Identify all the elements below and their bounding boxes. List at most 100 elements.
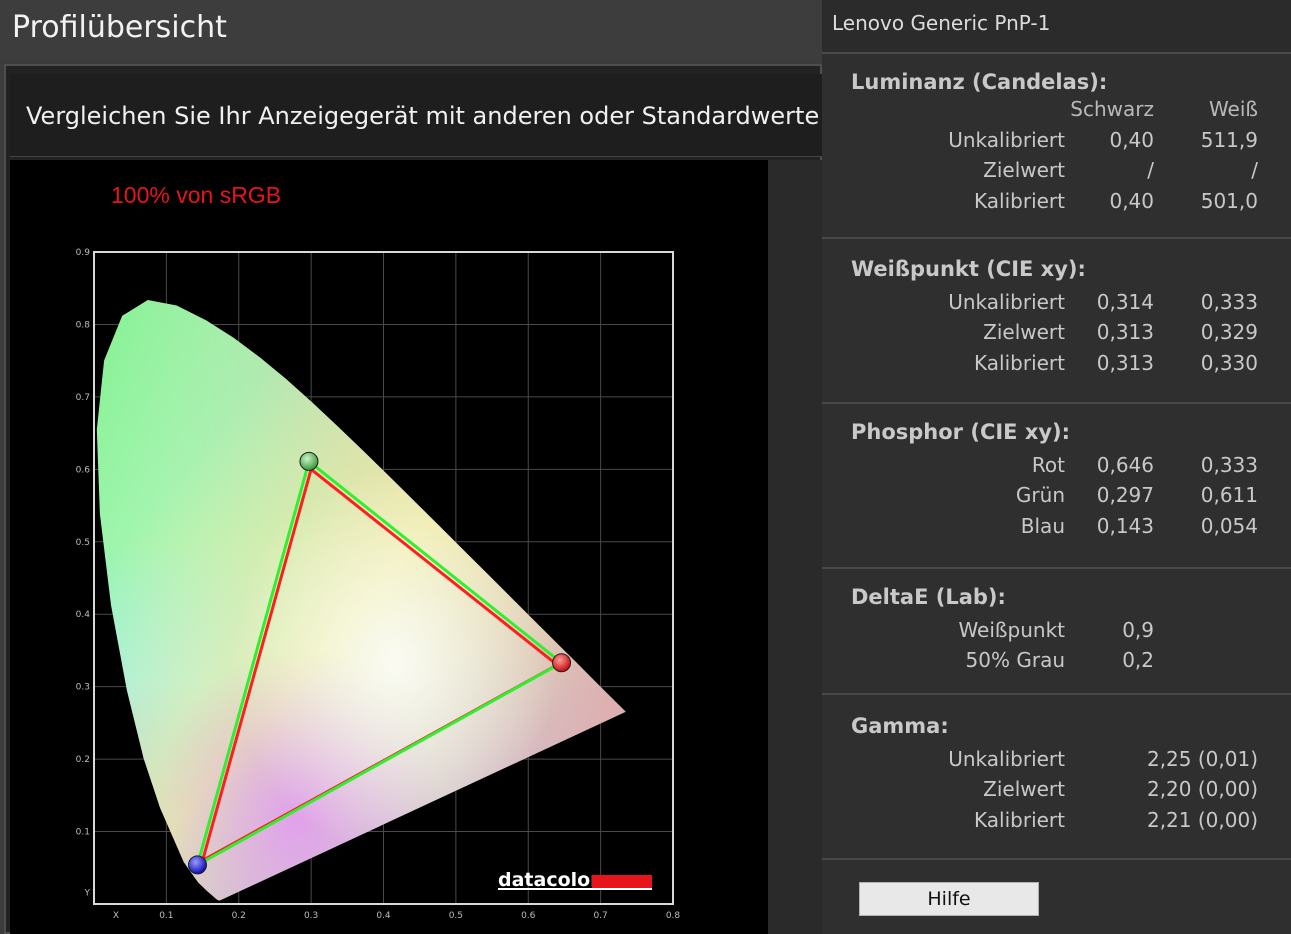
y-tick-label: 0.8 bbox=[76, 320, 91, 330]
value-deltae: 0,2 bbox=[1122, 648, 1154, 672]
value-y: 0,333 bbox=[1200, 453, 1258, 477]
data-row: Kalibriert 0,40 501,0 bbox=[822, 189, 1291, 219]
value-white: 511,9 bbox=[1200, 128, 1258, 152]
value-gamma: 2,20 (0,00) bbox=[1146, 777, 1258, 801]
value-black: / bbox=[1147, 158, 1154, 182]
row-label: 50% Grau bbox=[965, 648, 1065, 672]
column-headers: Schwarz Weiß bbox=[822, 97, 1291, 127]
profile-overview-area: Profilübersicht Vergleichen Sie Ihr Anze… bbox=[0, 0, 822, 934]
value-y: 0,329 bbox=[1200, 320, 1258, 344]
x-tick-label: 0.4 bbox=[376, 911, 391, 921]
x-tick-label: 0.8 bbox=[666, 911, 681, 921]
cie-chart-svg: 0.1 0.2 0.3 0.4 0.5 0.6 0.7 0.8 0.1 0.2 0.3 0.4 0.5 0… bbox=[76, 182, 681, 921]
value-y: 0,611 bbox=[1200, 483, 1258, 507]
coverage-label: 100% von sRGB bbox=[111, 182, 281, 208]
section-title: Phosphor (CIE xy): bbox=[851, 420, 1071, 444]
row-label: Kalibriert bbox=[974, 351, 1065, 375]
y-tick-label: 0.7 bbox=[76, 393, 90, 403]
logo-bar bbox=[592, 875, 652, 888]
row-label: Unkalibriert bbox=[948, 128, 1065, 152]
value-x: 0,313 bbox=[1096, 320, 1154, 344]
value-gamma: 2,25 (0,01) bbox=[1146, 747, 1258, 771]
row-label: Zielwert bbox=[983, 320, 1065, 344]
page-title: Profilübersicht bbox=[12, 10, 227, 45]
value-x: 0,297 bbox=[1096, 483, 1154, 507]
row-label: Grün bbox=[1015, 483, 1065, 507]
x-axis-label: X bbox=[113, 911, 119, 921]
value-black: 0,40 bbox=[1109, 189, 1154, 213]
x-tick-label: 0.1 bbox=[159, 911, 173, 921]
data-row: Zielwert 0,313 0,329 bbox=[822, 320, 1291, 350]
y-axis-label: Y bbox=[84, 888, 91, 898]
y-tick-label: 0.2 bbox=[76, 755, 90, 765]
x-tick-label: 0.5 bbox=[449, 911, 463, 921]
red-primary-marker bbox=[552, 653, 572, 673]
col-header-black: Schwarz bbox=[1070, 97, 1154, 121]
data-row: Blau 0,143 0,054 bbox=[822, 514, 1291, 544]
cie-chart: 0.1 0.2 0.3 0.4 0.5 0.6 0.7 0.8 0.1 0.2 0.3 0.4 0.5 0… bbox=[10, 160, 768, 934]
row-label: Zielwert bbox=[983, 158, 1065, 182]
data-row: Zielwert / / bbox=[822, 158, 1291, 188]
section-title: Gamma: bbox=[851, 714, 949, 738]
data-row: Unkalibriert 2,25 (0,01) bbox=[822, 747, 1291, 777]
y-tick-label: 0.6 bbox=[76, 465, 91, 475]
y-tick-label: 0.3 bbox=[76, 683, 90, 693]
value-x: 0,646 bbox=[1096, 453, 1154, 477]
x-tick-label: 0.2 bbox=[232, 911, 246, 921]
value-white: / bbox=[1251, 158, 1258, 182]
data-row: Weißpunkt 0,9 bbox=[822, 618, 1291, 648]
row-label: Weißpunkt bbox=[958, 618, 1065, 642]
value-deltae: 0,9 bbox=[1122, 618, 1154, 642]
green-primary-marker bbox=[299, 451, 319, 471]
data-row: Kalibriert 0,313 0,330 bbox=[822, 351, 1291, 381]
value-gamma: 2,21 (0,00) bbox=[1146, 808, 1258, 832]
chart-side-strip bbox=[768, 160, 822, 934]
description-bar: Vergleichen Sie Ihr Anzeigegerät mit and… bbox=[10, 74, 822, 157]
section-luminance: Luminanz (Candelas): Schwarz Weiß Unkali… bbox=[822, 54, 1291, 239]
x-tick-label: 0.6 bbox=[521, 911, 536, 921]
data-row: Unkalibriert 0,40 511,9 bbox=[822, 128, 1291, 158]
value-x: 0,314 bbox=[1096, 290, 1154, 314]
value-y: 0,333 bbox=[1200, 290, 1258, 314]
title-bar: Profilübersicht bbox=[0, 0, 822, 60]
value-x: 0,313 bbox=[1096, 351, 1154, 375]
value-y: 0,330 bbox=[1200, 351, 1258, 375]
value-y: 0,054 bbox=[1200, 514, 1258, 538]
section-title: Luminanz (Candelas): bbox=[851, 70, 1108, 94]
section-whitepoint: Weißpunkt (CIE xy): Unkalibriert 0,314 0… bbox=[822, 239, 1291, 404]
section-title: DeltaE (Lab): bbox=[851, 585, 1006, 609]
section-phosphor: Phosphor (CIE xy): Rot 0,646 0,333 Grün … bbox=[822, 404, 1291, 569]
data-row: Grün 0,297 0,611 bbox=[822, 483, 1291, 513]
profile-info-panel: Lenovo Generic PnP-1 Luminanz (Candelas)… bbox=[822, 0, 1291, 934]
y-tick-label: 0.5 bbox=[76, 538, 90, 548]
blue-primary-marker bbox=[187, 855, 207, 875]
value-white: 501,0 bbox=[1200, 189, 1258, 213]
section-gamma: Gamma: Unkalibriert 2,25 (0,01) Zielwert… bbox=[822, 695, 1291, 860]
row-label: Unkalibriert bbox=[948, 290, 1065, 314]
y-tick-label: 0.9 bbox=[76, 248, 91, 258]
logo-text: datacolor bbox=[498, 869, 600, 891]
value-x: 0,143 bbox=[1096, 514, 1154, 538]
x-tick-label: 0.7 bbox=[593, 911, 607, 921]
row-label: Kalibriert bbox=[974, 189, 1065, 213]
value-black: 0,40 bbox=[1109, 128, 1154, 152]
section-deltae: DeltaE (Lab): Weißpunkt 0,9 50% Grau 0,2 bbox=[822, 569, 1291, 695]
display-name: Lenovo Generic PnP-1 bbox=[832, 11, 1051, 35]
description-text: Vergleichen Sie Ihr Anzeigegerät mit and… bbox=[26, 102, 820, 130]
help-button[interactable]: Hilfe bbox=[859, 882, 1039, 916]
x-tick-label: 0.3 bbox=[304, 911, 318, 921]
row-label: Blau bbox=[1020, 514, 1065, 538]
data-row: Kalibriert 2,21 (0,00) bbox=[822, 808, 1291, 838]
y-tick-label: 0.4 bbox=[76, 610, 91, 620]
logo-underline bbox=[498, 888, 652, 890]
datacolor-logo: datacolor bbox=[498, 869, 652, 891]
section-title: Weißpunkt (CIE xy): bbox=[851, 257, 1086, 281]
data-row: 50% Grau 0,2 bbox=[822, 648, 1291, 678]
data-row: Zielwert 2,20 (0,00) bbox=[822, 777, 1291, 807]
data-row: Rot 0,646 0,333 bbox=[822, 453, 1291, 483]
y-tick-label: 0.1 bbox=[76, 828, 90, 838]
row-label: Zielwert bbox=[983, 777, 1065, 801]
col-header-white: Weiß bbox=[1208, 97, 1258, 121]
data-row: Unkalibriert 0,314 0,333 bbox=[822, 290, 1291, 320]
row-label: Unkalibriert bbox=[948, 747, 1065, 771]
